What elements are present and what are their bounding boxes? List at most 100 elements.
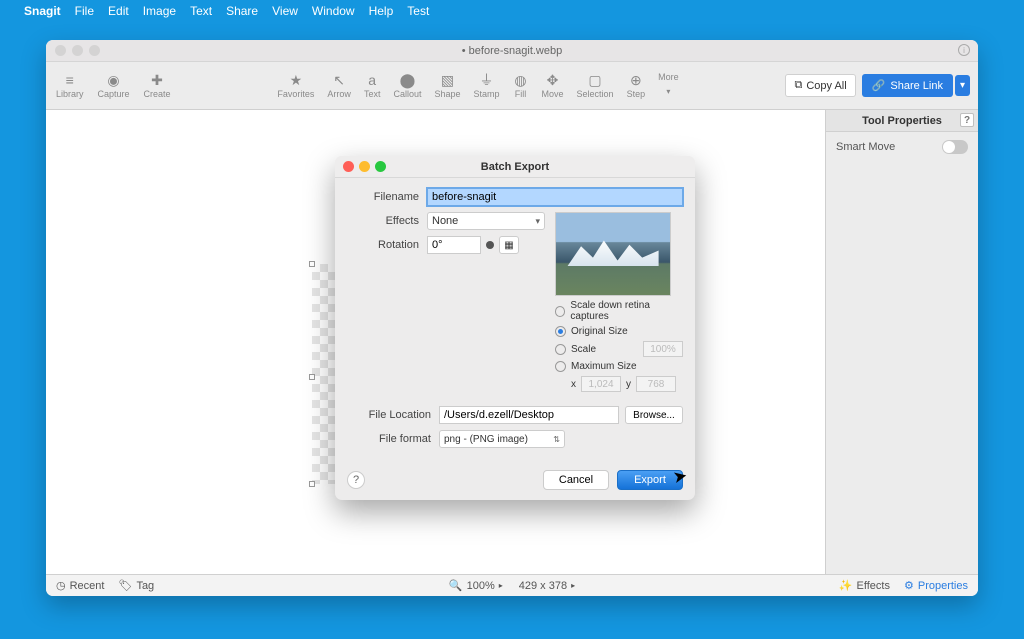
step-icon: ⊕ [628, 72, 644, 88]
toolbar-create[interactable]: ✚Create [144, 72, 171, 99]
tool-move[interactable]: ✥Move [542, 72, 564, 99]
effects-button[interactable]: ✨Effects [839, 579, 890, 592]
tool-favorites[interactable]: ★Favorites [277, 72, 314, 99]
capture-icon: ◉ [106, 72, 122, 88]
rotation-dial[interactable] [486, 241, 494, 249]
link-icon: 🔗 [872, 79, 886, 92]
tool-stamp[interactable]: ⏚Stamp [474, 72, 500, 99]
tool-step[interactable]: ⊕Step [627, 72, 646, 99]
menu-text[interactable]: Text [190, 4, 212, 18]
main-toolbar: ≡Library ◉Capture ✚Create ★Favorites ↖Ar… [46, 62, 978, 110]
window-traffic-lights[interactable] [55, 45, 100, 56]
max-height-input[interactable] [636, 376, 676, 392]
zoom-value: 100% [467, 580, 495, 592]
selection-icon: ▢ [587, 72, 603, 88]
copy-all-label: Copy All [806, 80, 846, 92]
rotation-preset-button[interactable]: ▦ [499, 236, 519, 254]
tag-button[interactable]: 🏷Tag [118, 579, 154, 592]
tool-text-label: Text [364, 89, 381, 99]
zoom-control[interactable]: 🔍 100% ▸ [449, 579, 503, 592]
resize-handle[interactable] [309, 481, 315, 487]
share-dropdown-button[interactable]: ▾ [955, 75, 970, 96]
max-size-option[interactable]: Maximum Size [555, 361, 683, 372]
menu-image[interactable]: Image [143, 4, 176, 18]
tool-text[interactable]: aText [364, 72, 381, 99]
create-icon: ✚ [149, 72, 165, 88]
original-size-option[interactable]: Original Size [555, 326, 683, 337]
tool-step-label: Step [627, 89, 646, 99]
tool-move-label: Move [542, 89, 564, 99]
max-width-input[interactable] [581, 376, 621, 392]
tool-fill[interactable]: ◍Fill [513, 72, 529, 99]
original-size-label: Original Size [571, 326, 628, 337]
app-name[interactable]: Snagit [24, 4, 61, 18]
panel-help-button[interactable]: ? [960, 113, 974, 127]
resize-handle[interactable] [309, 261, 315, 267]
recent-button[interactable]: ◷Recent [56, 579, 104, 592]
tool-callout-label: Callout [393, 89, 421, 99]
menu-edit[interactable]: Edit [108, 4, 129, 18]
dimensions-readout[interactable]: 429 x 378 ▸ [519, 580, 575, 592]
magnifier-icon: 🔍 [449, 579, 463, 592]
panel-header: Tool Properties ? [826, 110, 978, 132]
toolbar-capture-label: Capture [98, 89, 130, 99]
toolbar-library[interactable]: ≡Library [56, 72, 84, 99]
tag-label: Tag [136, 580, 154, 592]
menu-window[interactable]: Window [312, 4, 355, 18]
toolbar-capture[interactable]: ◉Capture [98, 72, 130, 99]
dialog-titlebar: Batch Export [335, 156, 695, 178]
share-link-button[interactable]: 🔗 Share Link [862, 74, 953, 97]
scale-percent-input[interactable] [643, 341, 683, 357]
browse-button[interactable]: Browse... [625, 406, 683, 424]
tool-favorites-label: Favorites [277, 89, 314, 99]
menu-test[interactable]: Test [407, 4, 429, 18]
tool-properties-panel: Tool Properties ? Smart Move [825, 110, 978, 574]
properties-label: Properties [918, 580, 968, 592]
copy-all-button[interactable]: ⧉ Copy All [785, 74, 855, 97]
tool-selection-label: Selection [577, 89, 614, 99]
filename-input[interactable] [427, 188, 683, 206]
properties-button[interactable]: ⚙Properties [904, 579, 968, 592]
tool-selection[interactable]: ▢Selection [577, 72, 614, 99]
y-label: y [626, 379, 631, 390]
tool-fill-label: Fill [515, 89, 527, 99]
export-button[interactable]: Export [617, 470, 683, 490]
shape-icon: ▧ [439, 72, 455, 88]
fill-icon: ◍ [513, 72, 529, 88]
menu-view[interactable]: View [272, 4, 298, 18]
chevron-right-icon: ▸ [499, 581, 503, 590]
toolbar-library-label: Library [56, 89, 84, 99]
rotation-input[interactable] [427, 236, 481, 254]
dialog-help-button[interactable]: ? [347, 471, 365, 489]
toolbar-more-label: More [658, 72, 679, 82]
share-link-label: Share Link [890, 80, 943, 92]
tool-arrow[interactable]: ↖Arrow [327, 72, 351, 99]
chevron-down-icon: ▾ [660, 83, 676, 99]
recent-label: Recent [70, 580, 105, 592]
tool-shape[interactable]: ▧Shape [434, 72, 460, 99]
copy-icon: ⧉ [794, 79, 802, 92]
smart-move-toggle[interactable] [942, 140, 968, 154]
scale-option[interactable]: Scale [555, 341, 683, 357]
effects-value: None [432, 215, 458, 227]
rotation-label: Rotation [347, 239, 427, 251]
arrow-icon: ↖ [331, 72, 347, 88]
file-location-input[interactable] [439, 406, 619, 424]
toolbar-more[interactable]: More▾ [658, 72, 679, 99]
x-label: x [571, 379, 576, 390]
move-icon: ✥ [545, 72, 561, 88]
resize-handle[interactable] [309, 374, 315, 380]
menu-share[interactable]: Share [226, 4, 258, 18]
effects-select[interactable]: None [427, 212, 545, 230]
scale-retina-label: Scale down retina captures [570, 300, 683, 322]
info-icon[interactable]: i [958, 44, 970, 56]
file-format-select[interactable]: png - (PNG image) [439, 430, 565, 448]
scale-retina-option[interactable]: Scale down retina captures [555, 300, 683, 322]
menu-help[interactable]: Help [369, 4, 394, 18]
text-icon: a [364, 72, 380, 88]
menu-file[interactable]: File [75, 4, 94, 18]
status-bar: ◷Recent 🏷Tag 🔍 100% ▸ 429 x 378 ▸ ✨Effect… [46, 574, 978, 596]
tool-callout[interactable]: ⬤Callout [393, 72, 421, 99]
cancel-button[interactable]: Cancel [543, 470, 609, 490]
dialog-traffic-lights[interactable] [343, 161, 386, 172]
